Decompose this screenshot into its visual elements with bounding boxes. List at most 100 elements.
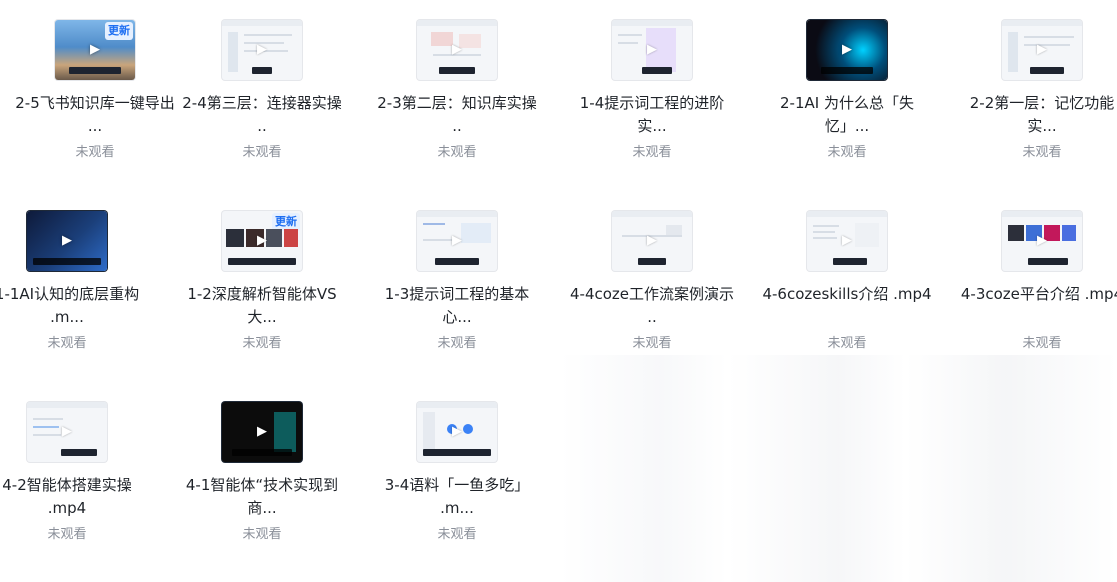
video-card[interactable]: ▶ 4-6cozeskills介绍 .mp4 未观看: [752, 191, 942, 381]
video-title[interactable]: 3-4语料「一鱼多吃」 .m...: [372, 474, 542, 520]
thumbnail-caption-bar: [423, 449, 491, 456]
play-icon[interactable]: ▶: [839, 42, 855, 58]
video-thumbnail[interactable]: ▶: [27, 402, 107, 462]
thumbnail-caption-bar: [33, 258, 101, 265]
play-icon[interactable]: ▶: [644, 42, 660, 58]
video-grid: 更新 ▶ 2-5飞书知识库一键导出 ... 未观看 ▶ 2-4第三层：连接器实操…: [0, 0, 1117, 582]
video-title[interactable]: 4-1智能体“技术实现到商...: [177, 474, 347, 520]
video-card[interactable]: ▶ 4-4coze工作流案例演示 .. 未观看: [557, 191, 747, 381]
video-thumbnail[interactable]: ▶: [612, 211, 692, 271]
play-icon[interactable]: ▶: [449, 424, 465, 440]
text-line: [33, 426, 59, 428]
video-card[interactable]: ▶ 2-3第二层：知识库实操 .. 未观看: [362, 0, 552, 190]
play-icon[interactable]: ▶: [644, 233, 660, 249]
thumbnail-caption-bar: [61, 449, 97, 456]
update-badge: 更新: [105, 22, 133, 40]
video-title[interactable]: 4-6cozeskills介绍 .mp4: [762, 283, 932, 306]
video-title[interactable]: 1-2深度解析智能体VS大...: [177, 283, 347, 329]
window-titlebar: [417, 402, 497, 408]
image-tile: [274, 412, 296, 452]
play-icon[interactable]: ▶: [449, 233, 465, 249]
image-tile: [1008, 225, 1024, 241]
play-icon[interactable]: ▶: [449, 42, 465, 58]
video-title[interactable]: 4-3coze平台介绍 .mp4: [957, 283, 1117, 306]
watch-status: 未观看: [437, 527, 477, 542]
content-panel: [461, 223, 491, 243]
watch-status: 未观看: [827, 336, 867, 351]
video-card[interactable]: ▶ 2-1AI 为什么总「失忆」... 未观看: [752, 0, 942, 190]
play-icon[interactable]: ▶: [254, 42, 270, 58]
play-icon[interactable]: ▶: [59, 424, 75, 440]
thumbnail-caption-bar: [228, 258, 296, 265]
video-thumbnail[interactable]: ▶: [1002, 211, 1082, 271]
watch-status: 未观看: [437, 336, 477, 351]
video-card[interactable]: ▶ 1-4提示词工程的进阶实... 未观看: [557, 0, 747, 190]
play-icon[interactable]: ▶: [254, 233, 270, 249]
video-thumbnail[interactable]: ▶: [417, 211, 497, 271]
text-line: [618, 42, 638, 44]
video-card[interactable]: ▶ 1-3提示词工程的基本心... 未观看: [362, 191, 552, 381]
video-card[interactable]: ▶ 4-3coze平台介绍 .mp4 未观看: [947, 191, 1117, 381]
text-line: [813, 225, 839, 227]
video-title[interactable]: 4-4coze工作流案例演示 ..: [567, 283, 737, 329]
video-thumbnail[interactable]: ▶: [417, 20, 497, 80]
video-title[interactable]: 2-5飞书知识库一键导出 ...: [10, 92, 180, 138]
thumbnail-caption-bar: [833, 258, 867, 265]
text-line: [423, 223, 445, 225]
video-card[interactable]: 更新 ▶ 2-5飞书知识库一键导出 ... 未观看: [0, 0, 190, 190]
watch-status: 未观看: [437, 145, 477, 160]
thumbnail-caption-bar: [638, 258, 666, 265]
watch-status: 未观看: [1022, 145, 1062, 160]
thumbnail-caption-bar: [1030, 67, 1064, 74]
diagram-node: [666, 225, 682, 235]
video-title[interactable]: 2-1AI 为什么总「失忆」...: [762, 92, 932, 138]
play-icon[interactable]: ▶: [1034, 233, 1050, 249]
text-line: [244, 34, 292, 36]
video-card[interactable]: ▶ 4-2智能体搭建实操 .mp4 未观看: [0, 382, 162, 572]
window-titlebar: [417, 211, 497, 217]
video-card[interactable]: ▶ 1-1AI认知的底层重构 .m... 未观看: [0, 191, 162, 381]
video-thumbnail[interactable]: 更新 ▶: [55, 20, 135, 80]
thumbnail-caption-bar: [252, 67, 272, 74]
video-card[interactable]: ▶ 2-4第三层：连接器实操 .. 未观看: [167, 0, 357, 190]
watch-status: 未观看: [47, 527, 87, 542]
video-title[interactable]: 1-3提示词工程的基本心...: [372, 283, 542, 329]
video-thumbnail[interactable]: ▶: [417, 402, 497, 462]
watch-status: 未观看: [827, 145, 867, 160]
text-line: [33, 418, 63, 420]
video-thumbnail[interactable]: ▶: [1002, 20, 1082, 80]
window-titlebar: [27, 402, 107, 408]
video-card[interactable]: 更新 ▶ 1-2深度解析智能体VS大... 未观看: [167, 191, 357, 381]
video-card[interactable]: ▶ 3-4语料「一鱼多吃」 .m... 未观看: [362, 382, 552, 572]
video-title[interactable]: 2-4第三层：连接器实操 ..: [177, 92, 347, 138]
video-card[interactable]: ▶ 2-2第一层：记忆功能实... 未观看: [947, 0, 1117, 190]
video-thumbnail[interactable]: 更新 ▶: [222, 211, 302, 271]
video-title[interactable]: 2-3第二层：知识库实操 ..: [372, 92, 542, 138]
window-titlebar: [1002, 20, 1082, 26]
video-thumbnail[interactable]: ▶: [612, 20, 692, 80]
video-title[interactable]: 4-2智能体搭建实操 .mp4: [0, 474, 152, 520]
video-title[interactable]: 1-1AI认知的底层重构 .m...: [0, 283, 152, 329]
watch-status: 未观看: [242, 145, 282, 160]
text-line: [33, 434, 61, 436]
empty-area-overlay: [560, 355, 1117, 582]
video-thumbnail[interactable]: ▶: [222, 402, 302, 462]
thumbnail-caption-bar: [69, 67, 121, 74]
video-thumbnail[interactable]: ▶: [222, 20, 302, 80]
video-thumbnail[interactable]: ▶: [807, 20, 887, 80]
play-icon[interactable]: ▶: [87, 42, 103, 58]
video-thumbnail[interactable]: ▶: [27, 211, 107, 271]
sidebar-block: [1008, 32, 1018, 72]
play-icon[interactable]: ▶: [254, 424, 270, 440]
video-title[interactable]: 1-4提示词工程的进阶实...: [567, 92, 737, 138]
play-icon[interactable]: ▶: [839, 233, 855, 249]
video-card[interactable]: ▶ 4-1智能体“技术实现到商... 未观看: [167, 382, 357, 572]
play-icon[interactable]: ▶: [1034, 42, 1050, 58]
image-tile: [284, 229, 298, 247]
video-title[interactable]: 2-2第一层：记忆功能实...: [957, 92, 1117, 138]
play-icon[interactable]: ▶: [59, 233, 75, 249]
window-titlebar: [1002, 211, 1082, 217]
video-thumbnail[interactable]: ▶: [807, 211, 887, 271]
window-titlebar: [612, 20, 692, 26]
watch-status: 未观看: [47, 336, 87, 351]
